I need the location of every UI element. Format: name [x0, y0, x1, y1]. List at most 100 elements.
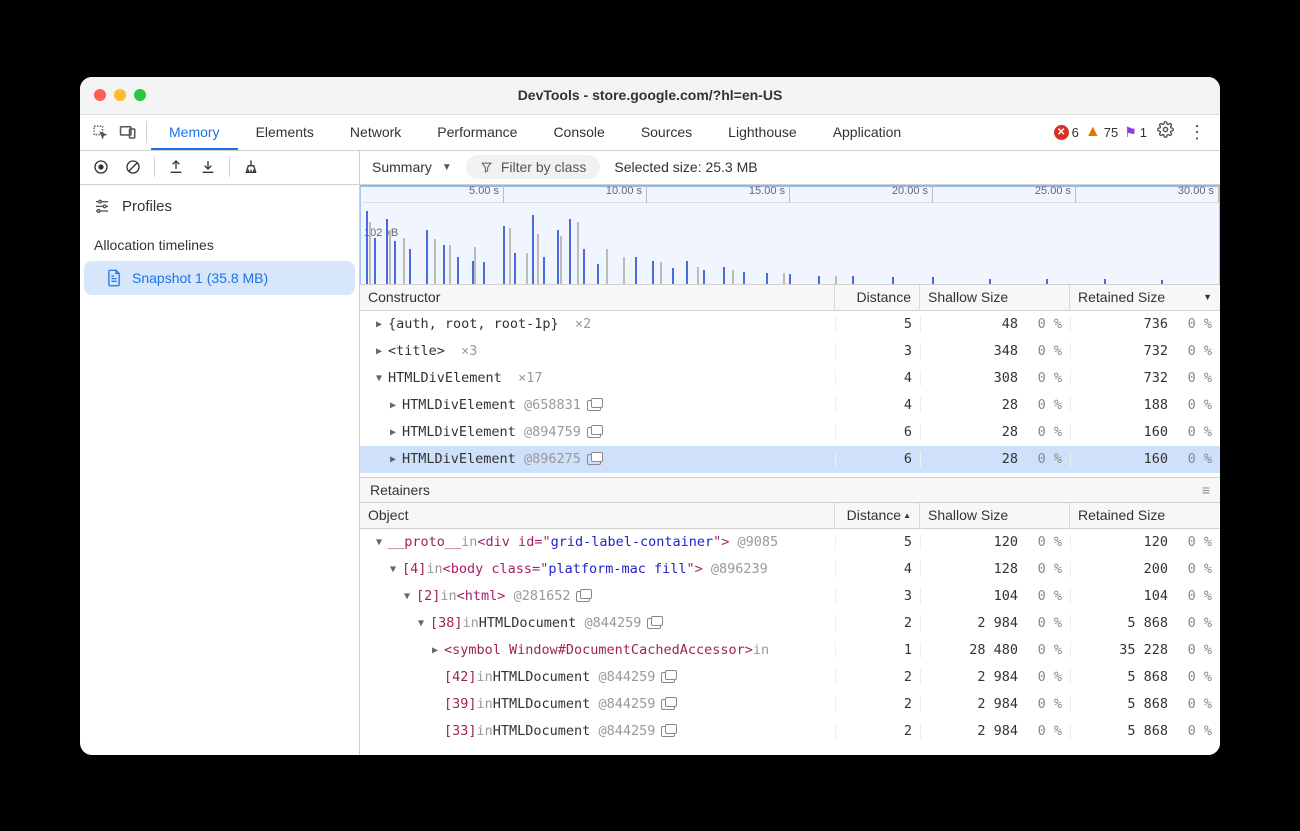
col-object[interactable]: Object	[360, 503, 835, 528]
filter-icon	[480, 161, 493, 174]
open-element-icon[interactable]	[587, 454, 601, 465]
table-row[interactable]: [33] in HTMLDocument @84425922 9840 %5 8…	[360, 718, 1220, 745]
retainers-header-bar: Retainers ≡	[360, 477, 1220, 503]
view-dropdown[interactable]: Summary ▼	[372, 159, 452, 175]
expand-arrow-icon[interactable]: ▶	[374, 319, 384, 330]
tab-network[interactable]: Network	[332, 114, 419, 150]
content-toolbar: Summary ▼ Filter by class Selected size:…	[360, 151, 1220, 185]
allocation-timeline-chart[interactable]: 5.00 s10.00 s15.00 s20.00 s25.00 s30.00 …	[360, 185, 1220, 285]
titlebar: DevTools - store.google.com/?hl=en-US	[80, 77, 1220, 115]
retainers-menu-icon[interactable]: ≡	[1202, 482, 1210, 498]
sidebar-toolbar	[80, 151, 359, 185]
col-distance-2[interactable]: Distance▲	[835, 503, 920, 528]
window-title: DevTools - store.google.com/?hl=en-US	[80, 87, 1220, 103]
table-row[interactable]: ▼[4] in <body class="platform-mac fill">…	[360, 556, 1220, 583]
main-tabstrip: Memory Elements Network Performance Cons…	[80, 115, 1220, 151]
open-element-icon[interactable]	[587, 400, 601, 411]
more-menu-icon[interactable]: ⋮	[1184, 122, 1210, 143]
col-retained-size[interactable]: Retained Size▼	[1070, 285, 1220, 310]
data-tables: Constructor Distance Shallow Size Retain…	[360, 285, 1220, 755]
device-toolbar-icon[interactable]	[114, 118, 142, 146]
col-constructor[interactable]: Constructor	[360, 285, 835, 310]
warning-count[interactable]: ▲ 75	[1085, 123, 1118, 141]
table-row[interactable]: ▼__proto__ in <div id="grid-label-contai…	[360, 529, 1220, 556]
expand-arrow-icon[interactable]: ▼	[374, 373, 384, 384]
col-shallow-2[interactable]: Shallow Size	[920, 503, 1070, 528]
filter-input[interactable]: Filter by class	[466, 155, 601, 179]
snapshot-item[interactable]: Snapshot 1 (35.8 MB)	[84, 261, 355, 295]
open-element-icon[interactable]	[661, 699, 675, 710]
error-icon: ✕	[1054, 125, 1069, 140]
table-row[interactable]: ▼HTMLDivElement ×1743080 %7320 %	[360, 365, 1220, 392]
snapshot-file-icon	[106, 269, 122, 287]
open-element-icon[interactable]	[661, 672, 675, 683]
chevron-down-icon: ▼	[442, 162, 452, 173]
tab-console[interactable]: Console	[535, 114, 622, 150]
clear-button[interactable]	[120, 154, 146, 180]
error-count[interactable]: ✕ 6	[1054, 125, 1079, 140]
tab-application[interactable]: Application	[815, 114, 920, 150]
open-element-icon[interactable]	[576, 591, 590, 602]
download-icon[interactable]	[195, 154, 221, 180]
sort-asc-icon: ▲	[903, 511, 911, 520]
content: Summary ▼ Filter by class Selected size:…	[360, 151, 1220, 755]
expand-arrow-icon[interactable]: ▶	[388, 454, 398, 465]
table-row[interactable]: ▶<symbol Window#DocumentCachedAccessor> …	[360, 637, 1220, 664]
table-row[interactable]: ▶{auth, root, root-1p} ×25480 %7360 %	[360, 311, 1220, 338]
table-row[interactable]: ▶<title> ×333480 %7320 %	[360, 338, 1220, 365]
expand-arrow-icon[interactable]: ▶	[388, 400, 398, 411]
filter-placeholder: Filter by class	[501, 159, 587, 175]
devtools-window: DevTools - store.google.com/?hl=en-US Me…	[80, 77, 1220, 755]
expand-arrow-icon[interactable]: ▼	[416, 618, 426, 629]
tab-memory[interactable]: Memory	[151, 114, 238, 150]
sliders-icon	[94, 197, 110, 217]
timeline-ruler: 5.00 s10.00 s15.00 s20.00 s25.00 s30.00 …	[360, 185, 1220, 203]
table-row[interactable]: [42] in HTMLDocument @84425922 9840 %5 8…	[360, 664, 1220, 691]
table-row[interactable]: ▼[2] in <html> @28165231040 %1040 %	[360, 583, 1220, 610]
tab-elements[interactable]: Elements	[238, 114, 332, 150]
close-window-button[interactable]	[94, 89, 106, 101]
tab-sources[interactable]: Sources	[623, 114, 710, 150]
tab-lighthouse[interactable]: Lighthouse	[710, 114, 815, 150]
open-element-icon[interactable]	[647, 618, 661, 629]
panel-tabs: Memory Elements Network Performance Cons…	[151, 114, 919, 150]
tabstrip-right: ✕ 6 ▲ 75 ⚑ 1 ⋮	[1054, 121, 1214, 143]
expand-arrow-icon[interactable]: ▶	[430, 645, 440, 656]
col-shallow-size[interactable]: Shallow Size	[920, 285, 1070, 310]
table-row[interactable]: ▼[38] in HTMLDocument @84425922 9840 %5 …	[360, 610, 1220, 637]
open-element-icon[interactable]	[587, 427, 601, 438]
open-element-icon[interactable]	[661, 726, 675, 737]
separator	[229, 157, 230, 177]
gc-broom-icon[interactable]	[238, 154, 264, 180]
table-row[interactable]: [39] in HTMLDocument @84425922 9840 %5 8…	[360, 691, 1220, 718]
expand-arrow-icon[interactable]: ▶	[388, 427, 398, 438]
tab-performance[interactable]: Performance	[419, 114, 535, 150]
main-area: Profiles Allocation timelines Snapshot 1…	[80, 151, 1220, 755]
profiles-label: Profiles	[122, 198, 172, 215]
table-row[interactable]: ▶HTMLDivElement @8962756280 %1600 %	[360, 446, 1220, 473]
constructor-grid[interactable]: ▶{auth, root, root-1p} ×25480 %7360 %▶<t…	[360, 311, 1220, 477]
separator	[146, 121, 147, 143]
expand-arrow-icon[interactable]	[430, 699, 440, 710]
fullscreen-window-button[interactable]	[134, 89, 146, 101]
issue-count[interactable]: ⚑ 1	[1124, 124, 1147, 141]
warning-icon: ▲	[1085, 123, 1101, 141]
expand-arrow-icon[interactable]	[430, 726, 440, 737]
expand-arrow-icon[interactable]: ▶	[374, 346, 384, 357]
minimize-window-button[interactable]	[114, 89, 126, 101]
retainers-grid[interactable]: ▼__proto__ in <div id="grid-label-contai…	[360, 529, 1220, 755]
col-distance[interactable]: Distance	[835, 285, 920, 310]
table-row[interactable]: ▶HTMLDivElement @8947596280 %1600 %	[360, 419, 1220, 446]
expand-arrow-icon[interactable]	[430, 672, 440, 683]
inspect-element-icon[interactable]	[86, 118, 114, 146]
expand-arrow-icon[interactable]: ▼	[388, 564, 398, 575]
upload-icon[interactable]	[163, 154, 189, 180]
sort-desc-icon: ▼	[1203, 292, 1212, 302]
col-retained-2[interactable]: Retained Size	[1070, 503, 1220, 528]
sidebar: Profiles Allocation timelines Snapshot 1…	[80, 151, 360, 755]
record-button[interactable]	[88, 154, 114, 180]
expand-arrow-icon[interactable]: ▼	[402, 591, 412, 602]
expand-arrow-icon[interactable]: ▼	[374, 537, 384, 548]
table-row[interactable]: ▶HTMLDivElement @6588314280 %1880 %	[360, 392, 1220, 419]
settings-icon[interactable]	[1153, 121, 1178, 143]
